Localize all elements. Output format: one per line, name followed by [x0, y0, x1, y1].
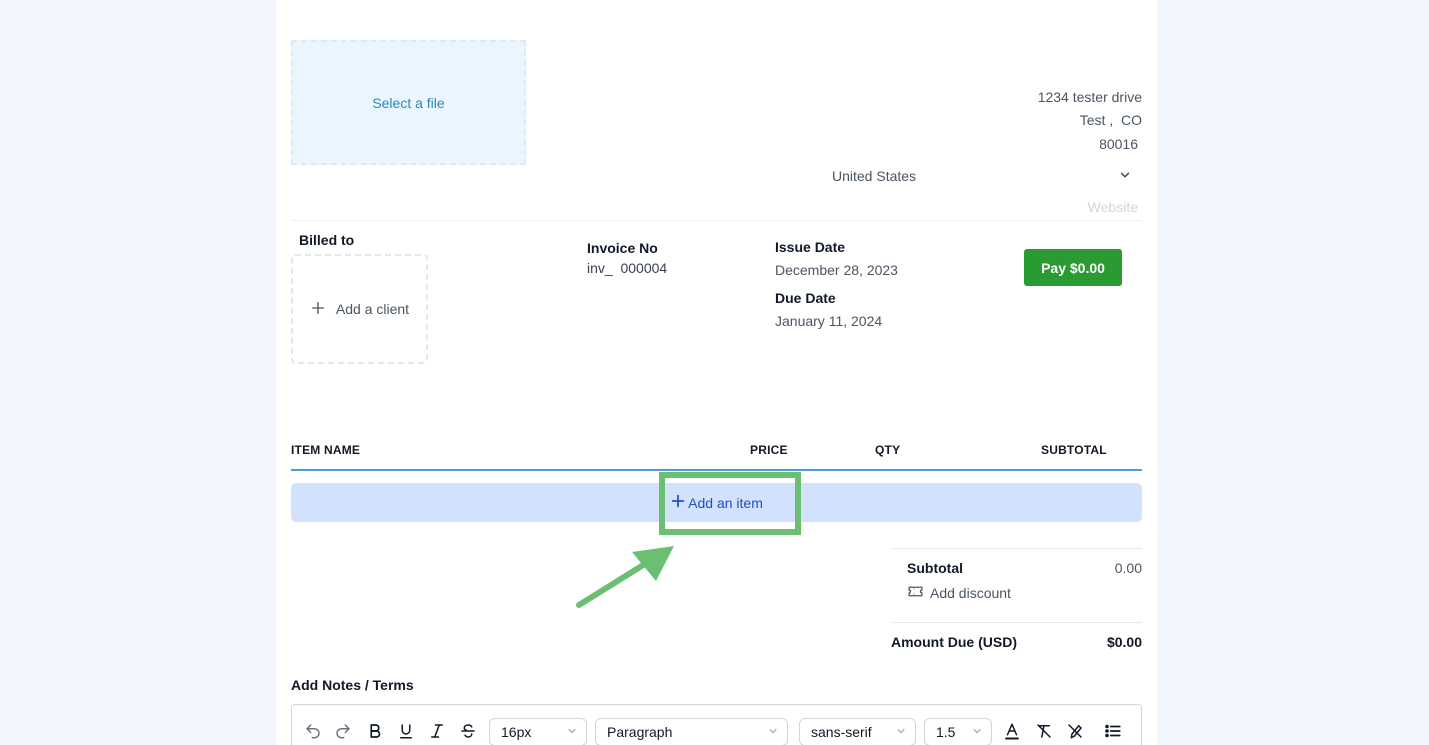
totals-top-divider — [891, 548, 1142, 549]
invoice-sheet: Select a file 1234 tester drive Test , C… — [276, 0, 1157, 745]
bullet-list-icon[interactable] — [1100, 720, 1126, 742]
billed-to-label: Billed to — [299, 232, 355, 248]
column-header-subtotal: SUBTOTAL — [1041, 443, 1107, 457]
italic-icon[interactable] — [426, 720, 448, 742]
amount-due-label: Amount Due (USD) — [891, 634, 1017, 650]
chevron-down-icon — [971, 724, 983, 740]
line-height-select[interactable]: 1.5 — [924, 718, 992, 745]
subtotal-value: 0.00 — [1114, 560, 1142, 576]
issue-date-value[interactable]: December 28, 2023 — [775, 262, 898, 278]
notes-label: Add Notes / Terms — [291, 677, 414, 693]
invoice-prefix: inv_ — [587, 260, 613, 276]
sender-city-state[interactable]: Test , CO — [1080, 112, 1142, 128]
invoice-number: 000004 — [620, 260, 668, 276]
column-header-qty: QTY — [875, 443, 901, 457]
amount-due-value: $0.00 — [1106, 634, 1142, 650]
sender-zip[interactable]: 80016 — [1099, 136, 1138, 152]
logo-upload-dropzone[interactable]: Select a file — [291, 40, 526, 165]
chevron-down-icon — [1118, 168, 1132, 185]
clear-formatting-icon[interactable] — [1033, 720, 1055, 742]
font-size-value: 16px — [501, 724, 532, 740]
highlight-annotation-box — [659, 472, 801, 535]
add-discount-label: Add discount — [930, 585, 1011, 601]
pay-button[interactable]: Pay $0.00 — [1024, 249, 1122, 286]
font-family-select[interactable]: sans-serif — [799, 718, 916, 745]
column-header-item-name: ITEM NAME — [291, 443, 361, 457]
redo-icon[interactable] — [332, 720, 354, 742]
sender-state: CO — [1121, 112, 1142, 128]
totals-divider — [891, 622, 1142, 623]
header-divider — [291, 220, 1142, 221]
font-size-select[interactable]: 16px — [489, 718, 587, 745]
line-height-value: 1.5 — [936, 724, 956, 740]
add-client-button[interactable]: Add a client — [291, 254, 428, 364]
chevron-down-icon — [566, 724, 578, 740]
country-value: United States — [832, 168, 917, 184]
notes-editor[interactable]: 16px Paragraph sans-serif 1.5 — [291, 704, 1142, 745]
select-file-label: Select a file — [372, 94, 445, 111]
bold-icon[interactable] — [364, 720, 386, 742]
sender-city: Test — [1079, 112, 1106, 128]
invoice-number-label: Invoice No — [587, 240, 658, 256]
underline-icon[interactable] — [395, 720, 417, 742]
add-client-label: Add a client — [335, 301, 410, 317]
ticket-icon — [907, 583, 924, 603]
due-date-label: Due Date — [775, 290, 836, 306]
column-header-price: PRICE — [750, 443, 788, 457]
chevron-down-icon — [767, 724, 779, 740]
due-date-value[interactable]: January 11, 2024 — [775, 313, 882, 329]
sender-street[interactable]: 1234 tester drive — [1038, 89, 1142, 105]
country-select[interactable]: United States — [832, 165, 1132, 187]
issue-date-label: Issue Date — [775, 239, 846, 255]
table-header-underline — [291, 469, 1142, 471]
add-discount-button[interactable]: Add discount — [907, 583, 1011, 603]
undo-icon[interactable] — [302, 720, 324, 742]
invoice-number-field[interactable]: inv_ 000004 — [587, 260, 667, 276]
font-family-value: sans-serif — [811, 724, 872, 740]
text-color-icon[interactable] — [1001, 720, 1023, 742]
website-field[interactable] — [938, 199, 1138, 215]
block-type-select[interactable]: Paragraph — [595, 718, 788, 745]
strikethrough-icon[interactable] — [457, 720, 479, 742]
plus-icon — [310, 300, 326, 319]
block-type-value: Paragraph — [607, 724, 673, 740]
chevron-down-icon — [895, 724, 907, 740]
highlight-pen-icon[interactable] — [1064, 720, 1086, 742]
subtotal-label: Subtotal — [907, 560, 963, 576]
